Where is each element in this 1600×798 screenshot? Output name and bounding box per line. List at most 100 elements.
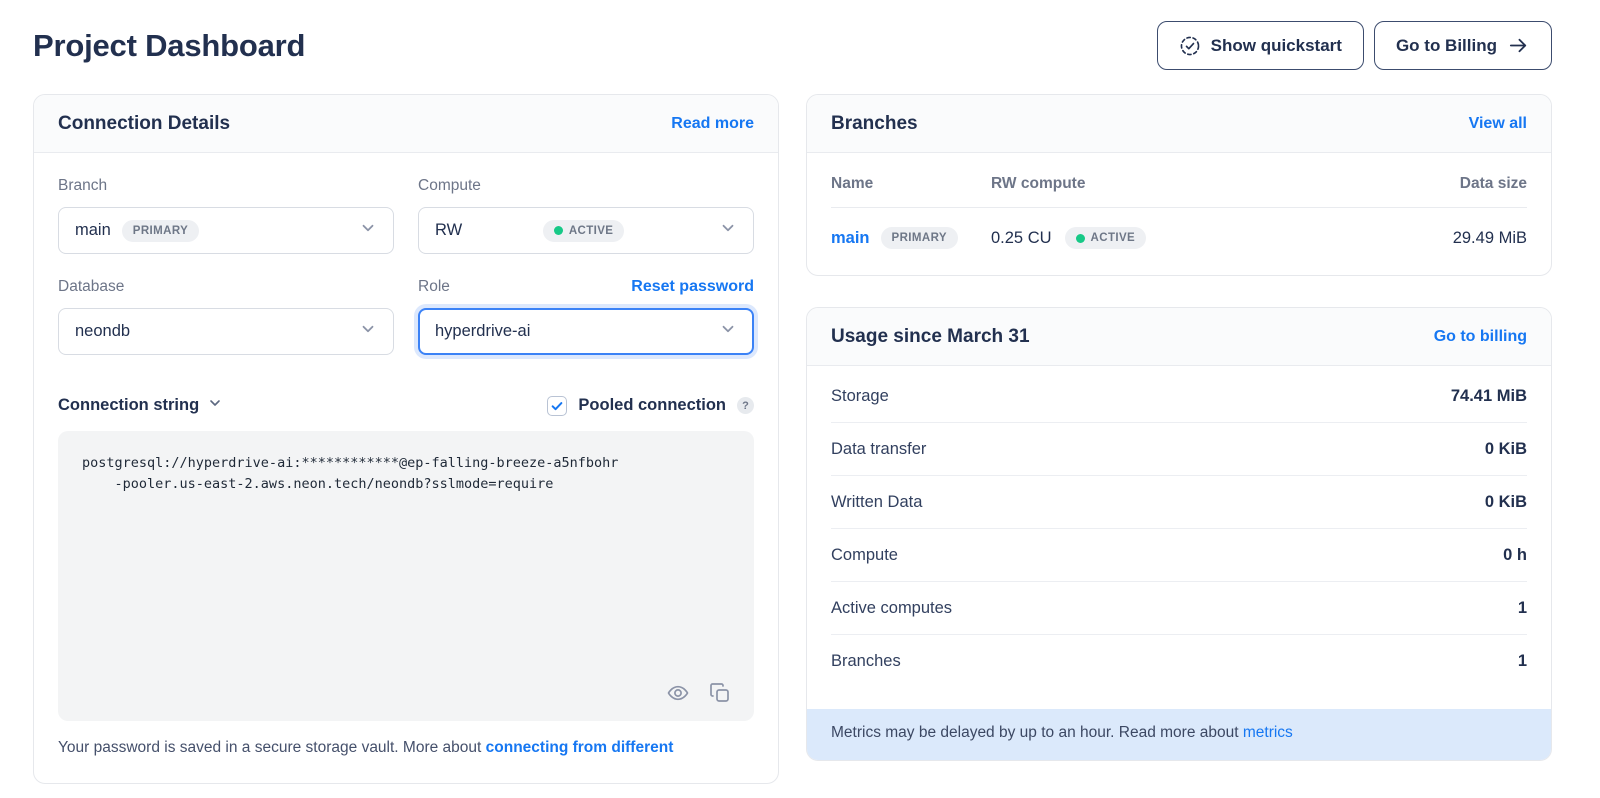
connection-string-label: Connection string: [58, 396, 199, 415]
metrics-banner-text: Metrics may be delayed by up to an hour.…: [831, 724, 1243, 741]
active-status-dot: [1076, 234, 1085, 243]
connection-details-card: Connection Details Read more Branch main: [33, 94, 779, 784]
compute-label: Compute: [418, 177, 481, 195]
connection-string-toggle[interactable]: Connection string: [58, 395, 223, 416]
project-dashboard-page: Project Dashboard Show quickstart Go to …: [0, 0, 1600, 798]
usage-row-compute: Compute 0 h: [831, 529, 1527, 582]
usage-row-data-transfer: Data transfer 0 KiB: [831, 423, 1527, 476]
column-rw-compute: RW compute: [991, 175, 1367, 193]
connection-string-actions: [666, 681, 732, 705]
role-select[interactable]: hyperdrive-ai: [418, 308, 754, 355]
active-status-badge: ACTIVE: [543, 220, 625, 242]
reset-password-link[interactable]: Reset password: [631, 278, 754, 296]
connection-string-value: postgresql://hyperdrive-ai:************@…: [82, 453, 730, 495]
dashboard-columns: Connection Details Read more Branch main: [33, 94, 1552, 784]
role-field: Role Reset password hyperdrive-ai: [418, 278, 754, 355]
show-quickstart-button[interactable]: Show quickstart: [1157, 21, 1364, 70]
usage-label: Branches: [831, 652, 901, 671]
branches-table-header: Name RW compute Data size: [831, 175, 1527, 208]
show-quickstart-label: Show quickstart: [1211, 36, 1342, 56]
branch-compute-cell: 0.25 CU ACTIVE: [991, 227, 1367, 249]
primary-badge: PRIMARY: [122, 220, 199, 242]
database-field: Database neondb: [58, 278, 394, 355]
branch-label: Branch: [58, 177, 107, 195]
go-to-billing-link[interactable]: Go to billing: [1434, 328, 1527, 346]
password-note: Your password is saved in a secure stora…: [58, 737, 754, 759]
pooled-connection-checkbox[interactable]: [547, 396, 567, 416]
connecting-from-different-link[interactable]: connecting from different: [486, 739, 674, 756]
usage-value: 0 h: [1503, 546, 1527, 565]
help-icon[interactable]: ?: [737, 397, 754, 414]
usage-row-written-data: Written Data 0 KiB: [831, 476, 1527, 529]
role-value: hyperdrive-ai: [435, 322, 530, 341]
chevron-down-icon: [359, 320, 377, 343]
active-status-dot: [554, 226, 563, 235]
role-label: Role: [418, 278, 450, 296]
branch-main-link[interactable]: main: [831, 229, 870, 248]
database-value: neondb: [75, 322, 130, 341]
connection-details-body: Branch main PRIMARY: [34, 153, 778, 783]
quickstart-check-icon: [1179, 35, 1201, 57]
chevron-down-icon: [719, 219, 737, 242]
usage-value: 0 KiB: [1485, 493, 1527, 512]
usage-label: Storage: [831, 387, 889, 406]
copy-icon[interactable]: [708, 681, 732, 705]
chevron-down-icon: [359, 219, 377, 242]
pooled-connection-label: Pooled connection: [578, 396, 726, 415]
branch-field: Branch main PRIMARY: [58, 177, 394, 254]
connection-details-title: Connection Details: [58, 113, 230, 135]
branch-name-cell: main PRIMARY: [831, 227, 991, 249]
branches-card: Branches View all Name RW compute Data s…: [806, 94, 1552, 276]
arrow-right-icon: [1507, 34, 1530, 57]
password-note-text: Your password is saved in a secure stora…: [58, 739, 486, 756]
read-more-link[interactable]: Read more: [671, 115, 754, 133]
page-title: Project Dashboard: [33, 21, 305, 64]
active-status-label: ACTIVE: [1091, 232, 1136, 244]
branches-body: Name RW compute Data size main PRIMARY 0…: [807, 153, 1551, 275]
compute-field: Compute RW ACTIVE: [418, 177, 754, 254]
branch-value: main: [75, 221, 111, 240]
branch-compute-value: 0.25 CU: [991, 229, 1052, 248]
column-data-size: Data size: [1367, 175, 1527, 193]
database-label: Database: [58, 278, 124, 296]
branch-data-size: 29.49 MiB: [1367, 229, 1527, 248]
usage-rows: Storage 74.41 MiB Data transfer 0 KiB Wr…: [807, 366, 1551, 687]
branches-header: Branches View all: [807, 95, 1551, 153]
branch-table-row: main PRIMARY 0.25 CU ACTIVE 29.49 MiB: [831, 208, 1527, 249]
branch-select[interactable]: main PRIMARY: [58, 207, 394, 254]
top-bar: Project Dashboard Show quickstart Go to …: [33, 21, 1552, 70]
usage-title: Usage since March 31: [831, 326, 1030, 348]
active-status-label: ACTIVE: [569, 225, 614, 237]
connection-details-header: Connection Details Read more: [34, 95, 778, 153]
usage-row-branches: Branches 1: [831, 635, 1527, 687]
usage-value: 0 KiB: [1485, 440, 1527, 459]
metrics-read-more-link[interactable]: metrics: [1243, 724, 1293, 741]
usage-label: Active computes: [831, 599, 952, 618]
compute-select[interactable]: RW ACTIVE: [418, 207, 754, 254]
usage-card: Usage since March 31 Go to billing Stora…: [806, 307, 1552, 761]
connection-string-row: Connection string Pooled connection ?: [58, 395, 754, 416]
pooled-connection-control: Pooled connection ?: [547, 396, 754, 416]
active-status-badge: ACTIVE: [1065, 227, 1147, 249]
primary-badge: PRIMARY: [881, 227, 958, 249]
usage-value: 74.41 MiB: [1451, 387, 1527, 406]
top-actions: Show quickstart Go to Billing: [1157, 21, 1552, 70]
metrics-delay-banner: Metrics may be delayed by up to an hour.…: [807, 709, 1551, 760]
connection-string-box: postgresql://hyperdrive-ai:************@…: [58, 431, 754, 721]
go-to-billing-button[interactable]: Go to Billing: [1374, 21, 1552, 70]
compute-value: RW: [435, 221, 462, 240]
usage-label: Written Data: [831, 493, 922, 512]
usage-value: 1: [1518, 652, 1527, 671]
usage-row-storage: Storage 74.41 MiB: [831, 370, 1527, 423]
usage-value: 1: [1518, 599, 1527, 618]
reveal-password-eye-icon[interactable]: [666, 681, 690, 705]
chevron-down-icon: [207, 395, 223, 416]
database-select[interactable]: neondb: [58, 308, 394, 355]
column-name: Name: [831, 175, 991, 193]
connection-fields: Branch main PRIMARY: [58, 177, 754, 355]
usage-header: Usage since March 31 Go to billing: [807, 308, 1551, 366]
right-column: Branches View all Name RW compute Data s…: [806, 94, 1552, 761]
view-all-link[interactable]: View all: [1469, 115, 1527, 133]
branches-title: Branches: [831, 113, 918, 135]
usage-row-active-computes: Active computes 1: [831, 582, 1527, 635]
